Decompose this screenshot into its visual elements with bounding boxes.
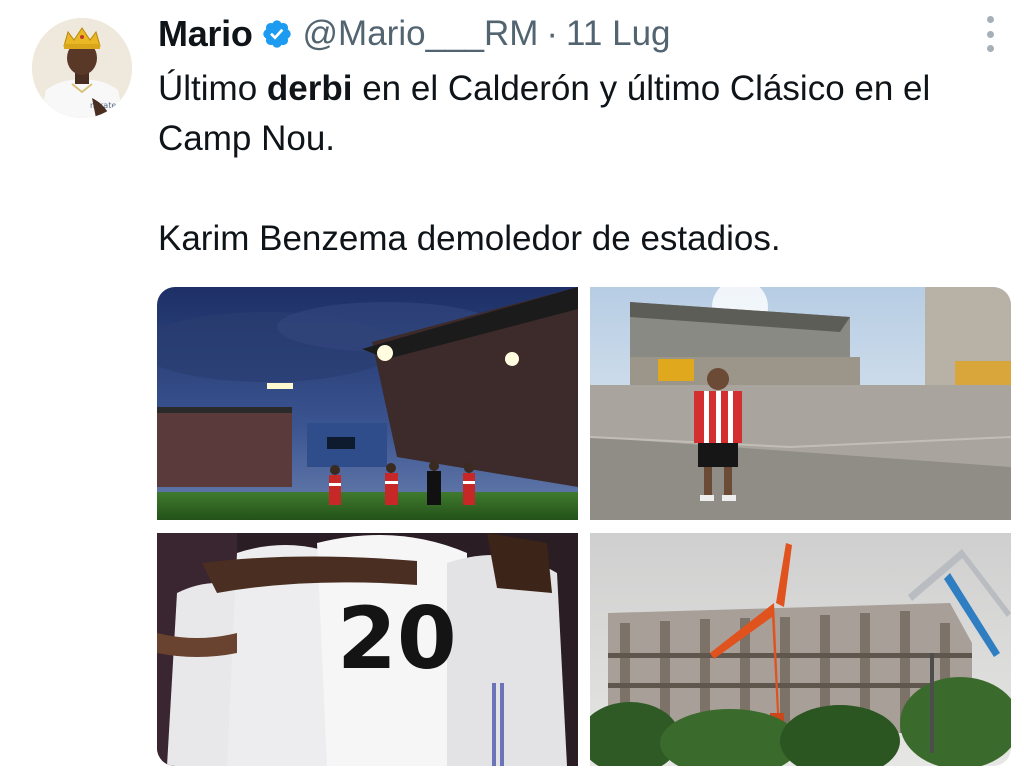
stadium-night-match-photo-icon [157, 287, 578, 520]
author-name[interactable]: Mario [158, 13, 253, 55]
bold-word: derbi [266, 69, 353, 108]
media-photo-1[interactable] [157, 287, 578, 520]
shirt-number: 20 [337, 589, 457, 689]
tweet-date[interactable]: 11 Lug [566, 14, 670, 54]
avatar[interactable]: mirates [32, 18, 132, 118]
tweet-text-line-1: Último derbi en el Calderón y último Clá… [158, 69, 931, 158]
tweet-text-line-2: Karim Benzema demoledor de estadios. [158, 219, 781, 258]
fan-empty-demolished-stadium-photo-icon [590, 287, 1011, 520]
media-photo-4[interactable] [590, 533, 1011, 766]
stadium-demolition-cranes-photo-icon [590, 533, 1011, 766]
header-separator: · [546, 14, 559, 53]
media-photo-2[interactable] [590, 287, 1011, 520]
tweet-text: Último derbi en el Calderón y último Clá… [158, 64, 998, 264]
author-handle[interactable]: @Mario___RM [303, 14, 539, 54]
players-celebrating-number-20-photo-icon: 20 [157, 533, 578, 766]
avatar-crowned-player-icon: mirates [32, 18, 132, 118]
more-options-icon[interactable] [980, 16, 1000, 52]
tweet-header: Mario @Mario___RM · 11 Lug [158, 12, 671, 56]
tweet: mirates Mario @Mario___RM · 11 Lug Últim… [0, 0, 1024, 768]
media-photo-3[interactable]: 20 [157, 533, 578, 766]
media-grid: 20 [157, 287, 1011, 766]
verified-badge-icon [261, 18, 293, 50]
